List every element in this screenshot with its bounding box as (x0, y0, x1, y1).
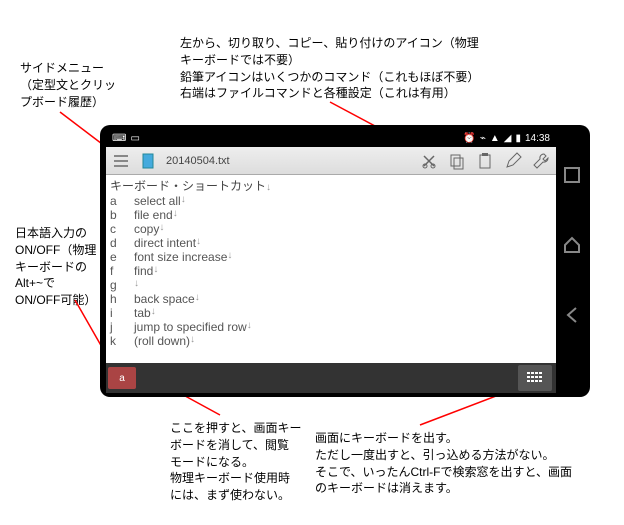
paste-icon[interactable] (474, 150, 496, 172)
editor-title: キーボード・ショートカット (110, 179, 266, 193)
file-icon[interactable] (138, 150, 160, 172)
menu-icon[interactable] (110, 150, 132, 172)
annotation-bottom-left: ここを押すと、画面キー ボードを消して、閲覧 モードになる。 物理キーボード使用… (170, 420, 302, 504)
status-time: 14:38 (525, 133, 550, 144)
editor-row: g↓ (110, 278, 552, 292)
annotation-bottom-right: 画面にキーボードを出す。 ただし一度出すと、引っ込める方法がない。 そこで、いっ… (315, 430, 572, 497)
keyboard-status-icon: ⌨ (112, 133, 126, 144)
device-nav-buttons (560, 165, 584, 325)
back-icon[interactable] (562, 305, 582, 325)
annotation-ime: 日本語入力の ON/OFF（物理 キーボードの Alt+~で ON/OFF可能） (15, 225, 96, 309)
wrench-icon[interactable] (530, 150, 552, 172)
bottom-bar: a (106, 363, 556, 393)
app-toolbar: 20140504.txt (106, 147, 556, 175)
sd-status-icon: ▭ (130, 133, 139, 144)
keyboard-icon (527, 372, 543, 384)
recent-apps-icon[interactable] (562, 165, 582, 185)
cut-icon[interactable] (418, 150, 440, 172)
annotation-top-icons: 左から、切り取り、コピー、貼り付けのアイコン（物理 キーボードでは不要） 鉛筆ア… (180, 35, 479, 102)
copy-icon[interactable] (446, 150, 468, 172)
editor-row: ddirect intent↓ (110, 236, 552, 250)
status-bar: ⌨ ▭ ⏰ ⌁ ▲ ◢ ▮ 14:38 (106, 129, 556, 147)
ime-label: a (119, 373, 125, 384)
editor-row: ccopy↓ (110, 222, 552, 236)
home-icon[interactable] (562, 235, 582, 255)
alarm-icon: ⏰ (463, 133, 475, 144)
editor-row: bfile end↓ (110, 208, 552, 222)
battery-icon: ▮ (515, 133, 521, 144)
signal-icon: ◢ (504, 133, 512, 144)
editor-row: aselect all↓ (110, 194, 552, 208)
editor-row: hback space↓ (110, 292, 552, 306)
editor-row: ffind↓ (110, 264, 552, 278)
ime-toggle[interactable]: a (108, 367, 136, 389)
keyboard-button[interactable] (518, 365, 552, 391)
editor-row: itab↓ (110, 306, 552, 320)
editor-row: jjump to specified row↓ (110, 320, 552, 334)
editor-row: k(roll down)↓ (110, 334, 552, 348)
wifi-icon: ▲ (490, 133, 500, 144)
device-frame: ⌨ ▭ ⏰ ⌁ ▲ ◢ ▮ 14:38 20140504.txt キーボード・シ… (100, 125, 590, 397)
annotation-side-menu: サイドメニュー （定型文とクリッ プボード履歴） (20, 60, 116, 110)
filename-label: 20140504.txt (166, 155, 230, 167)
editor-row: efont size increase↓ (110, 250, 552, 264)
bluetooth-icon: ⌁ (480, 133, 486, 144)
editor-area[interactable]: キーボード・ショートカット↓ aselect all↓bfile end↓cco… (106, 175, 556, 363)
pencil-icon[interactable] (502, 150, 524, 172)
